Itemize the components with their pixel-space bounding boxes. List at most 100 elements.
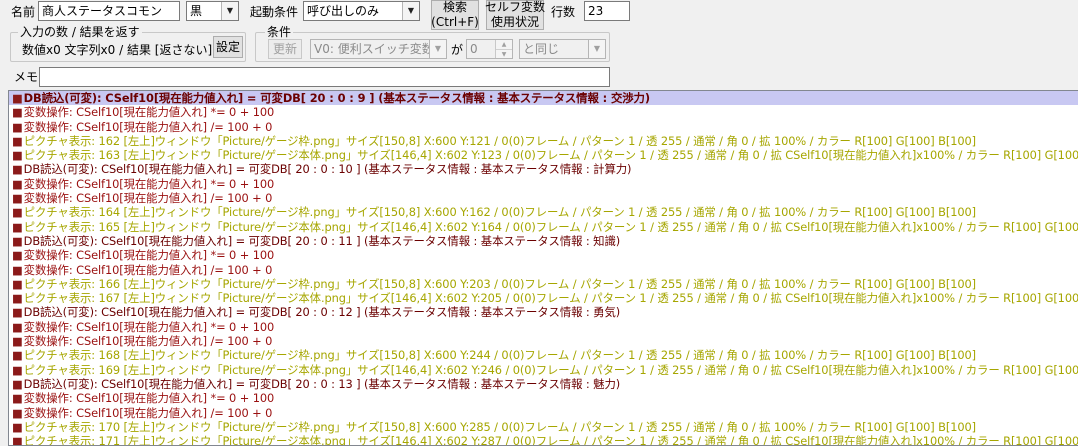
color-select[interactable]: 黒 ▼ xyxy=(186,1,239,21)
command-marker-icon: ■ xyxy=(12,219,23,234)
command-row[interactable]: ■DB読込(可変): CSelf10[現在能力値入れ] = 可変DB[ 20 :… xyxy=(9,234,1078,248)
condition-variable-select[interactable]: V0: 便利スイッチ変数 ▼ xyxy=(310,39,447,59)
command-row[interactable]: ■変数操作: CSelf10[現在能力値入れ] *= 0 + 100 xyxy=(9,177,1078,191)
command-marker-icon: ■ xyxy=(12,319,23,334)
command-marker-icon: ■ xyxy=(12,262,23,277)
command-text: 変数操作: CSelf10[現在能力値入れ] *= 0 + 100 xyxy=(23,391,275,406)
command-row[interactable]: ■ピクチャ表示: 162 [左上]ウィンドウ「Picture/ゲージ枠.png」… xyxy=(9,134,1078,148)
trigger-select-value: 呼び出しのみ xyxy=(307,4,380,18)
command-text: ピクチャ表示: 168 [左上]ウィンドウ「Picture/ゲージ枠.png」サ… xyxy=(23,348,977,363)
search-button[interactable]: 検索 (Ctrl+F) xyxy=(431,0,479,30)
command-row[interactable]: ■ピクチャ表示: 170 [左上]ウィンドウ「Picture/ゲージ枠.png」… xyxy=(9,420,1078,434)
command-row[interactable]: ■ピクチャ表示: 167 [左上]ウィンドウ「Picture/ゲージ本体.png… xyxy=(9,291,1078,305)
command-marker-icon: ■ xyxy=(12,105,23,120)
command-marker-icon: ■ xyxy=(12,233,23,248)
condition-group-title: 条件 xyxy=(265,25,294,39)
chevron-down-icon: ▼ xyxy=(429,40,446,58)
usage-label: 使用状況 xyxy=(490,15,539,29)
command-row[interactable]: ■変数操作: CSelf10[現在能力値入れ] /= 100 + 0 xyxy=(9,334,1078,348)
command-row[interactable]: ■変数操作: CSelf10[現在能力値入れ] *= 0 + 100 xyxy=(9,248,1078,262)
command-marker-icon: ■ xyxy=(12,362,23,377)
command-row[interactable]: ■変数操作: CSelf10[現在能力値入れ] /= 100 + 0 xyxy=(9,263,1078,277)
command-marker-icon: ■ xyxy=(12,191,23,206)
memo-input[interactable] xyxy=(39,67,610,87)
name-input[interactable]: 商人ステータスコモン xyxy=(38,1,180,21)
command-marker-icon: ■ xyxy=(12,434,23,446)
command-list[interactable]: ■DB読込(可変): CSelf10[現在能力値入れ] = 可変DB[ 20 :… xyxy=(8,90,1078,446)
command-text: 変数操作: CSelf10[現在能力値入れ] /= 100 + 0 xyxy=(23,334,273,349)
command-text: DB読込(可変): CSelf10[現在能力値入れ] = 可変DB[ 20 : … xyxy=(23,233,621,248)
input-result-group-title: 入力の数 / 結果を返す xyxy=(18,25,142,39)
command-row[interactable]: ■変数操作: CSelf10[現在能力値入れ] /= 100 + 0 xyxy=(9,120,1078,134)
lines-label: 行数 xyxy=(551,5,576,19)
self-variable-usage-button[interactable]: セルフ変数 使用状況 xyxy=(485,0,546,30)
command-text: ピクチャ表示: 167 [左上]ウィンドウ「Picture/ゲージ本体.png」… xyxy=(23,291,1078,306)
command-marker-icon: ■ xyxy=(12,348,23,363)
update-button[interactable]: 更新 xyxy=(268,39,302,59)
command-marker-icon: ■ xyxy=(12,405,23,420)
lines-input[interactable]: 23 xyxy=(584,1,630,21)
command-text: ピクチャ表示: 169 [左上]ウィンドウ「Picture/ゲージ本体.png」… xyxy=(23,362,1078,377)
command-text: 変数操作: CSelf10[現在能力値入れ] *= 0 + 100 xyxy=(23,248,275,263)
command-text: ピクチャ表示: 162 [左上]ウィンドウ「Picture/ゲージ枠.png」サ… xyxy=(23,133,977,148)
command-row[interactable]: ■DB読込(可変): CSelf10[現在能力値入れ] = 可変DB[ 20 :… xyxy=(9,91,1078,106)
command-row[interactable]: ■DB読込(可変): CSelf10[現在能力値入れ] = 可変DB[ 20 :… xyxy=(9,377,1078,391)
command-text: 変数操作: CSelf10[現在能力値入れ] /= 100 + 0 xyxy=(23,405,273,420)
condition-compare-value: と同じ xyxy=(523,42,560,56)
chevron-down-icon: ▼ xyxy=(221,2,238,20)
command-text: 変数操作: CSelf10[現在能力値入れ] *= 0 + 100 xyxy=(23,105,275,120)
command-marker-icon: ■ xyxy=(12,276,23,291)
spinner-arrows-icon[interactable]: ▲ ▼ xyxy=(495,40,512,58)
command-marker-icon: ■ xyxy=(12,305,23,320)
command-text: ピクチャ表示: 164 [左上]ウィンドウ「Picture/ゲージ枠.png」サ… xyxy=(23,205,977,220)
command-row[interactable]: ■変数操作: CSelf10[現在能力値入れ] /= 100 + 0 xyxy=(9,406,1078,420)
command-row[interactable]: ■ピクチャ表示: 169 [左上]ウィンドウ「Picture/ゲージ本体.png… xyxy=(9,363,1078,377)
condition-number-value: 0 xyxy=(470,42,478,56)
command-row[interactable]: ■DB読込(可変): CSelf10[現在能力値入れ] = 可変DB[ 20 :… xyxy=(9,162,1078,176)
condition-compare-select[interactable]: と同じ ▼ xyxy=(519,39,606,59)
condition-number-spinner[interactable]: 0 ▲ ▼ xyxy=(466,39,513,59)
command-row[interactable]: ■ピクチャ表示: 168 [左上]ウィンドウ「Picture/ゲージ枠.png」… xyxy=(9,348,1078,362)
chevron-down-icon: ▼ xyxy=(588,40,605,58)
command-marker-icon: ■ xyxy=(12,291,23,306)
command-marker-icon: ■ xyxy=(12,148,23,163)
search-button-label: 検索 xyxy=(442,0,467,14)
command-row[interactable]: ■ピクチャ表示: 164 [左上]ウィンドウ「Picture/ゲージ枠.png」… xyxy=(9,205,1078,219)
command-row[interactable]: ■変数操作: CSelf10[現在能力値入れ] *= 0 + 100 xyxy=(9,320,1078,334)
trigger-label: 起動条件 xyxy=(250,5,299,19)
command-marker-icon: ■ xyxy=(12,119,23,134)
command-row[interactable]: ■変数操作: CSelf10[現在能力値入れ] *= 0 + 100 xyxy=(9,105,1078,119)
command-text: ピクチャ表示: 170 [左上]ウィンドウ「Picture/ゲージ枠.png」サ… xyxy=(23,419,977,434)
condition-variable-value: V0: 便利スイッチ変数 xyxy=(314,42,434,56)
command-marker-icon: ■ xyxy=(12,91,23,105)
command-text: ピクチャ表示: 166 [左上]ウィンドウ「Picture/ゲージ枠.png」サ… xyxy=(23,276,977,291)
command-row[interactable]: ■変数操作: CSelf10[現在能力値入れ] /= 100 + 0 xyxy=(9,191,1078,205)
command-marker-icon: ■ xyxy=(12,205,23,220)
input-result-summary: 数値x0 文字列x0 / 結果 [返さない] xyxy=(22,43,213,57)
chevron-down-icon: ▼ xyxy=(402,2,419,20)
command-marker-icon: ■ xyxy=(12,391,23,406)
command-marker-icon: ■ xyxy=(12,419,23,434)
command-row[interactable]: ■ピクチャ表示: 163 [左上]ウィンドウ「Picture/ゲージ本体.png… xyxy=(9,148,1078,162)
command-row[interactable]: ■ピクチャ表示: 171 [左上]ウィンドウ「Picture/ゲージ本体.png… xyxy=(9,434,1078,446)
settings-button[interactable]: 設定 xyxy=(213,36,243,58)
command-text: 変数操作: CSelf10[現在能力値入れ] *= 0 + 100 xyxy=(23,319,275,334)
command-text: DB読込(可変): CSelf10[現在能力値入れ] = 可変DB[ 20 : … xyxy=(23,162,632,177)
command-text: 変数操作: CSelf10[現在能力値入れ] *= 0 + 100 xyxy=(23,176,275,191)
command-text: 変数操作: CSelf10[現在能力値入れ] /= 100 + 0 xyxy=(23,119,273,134)
command-text: ピクチャ表示: 163 [左上]ウィンドウ「Picture/ゲージ本体.png」… xyxy=(23,148,1078,163)
command-row[interactable]: ■ピクチャ表示: 166 [左上]ウィンドウ「Picture/ゲージ枠.png」… xyxy=(9,277,1078,291)
command-marker-icon: ■ xyxy=(12,162,23,177)
command-row[interactable]: ■ピクチャ表示: 165 [左上]ウィンドウ「Picture/ゲージ本体.png… xyxy=(9,220,1078,234)
command-marker-icon: ■ xyxy=(12,176,23,191)
command-text: 変数操作: CSelf10[現在能力値入れ] /= 100 + 0 xyxy=(23,262,273,277)
trigger-select[interactable]: 呼び出しのみ ▼ xyxy=(303,1,420,21)
command-text: DB読込(可変): CSelf10[現在能力値入れ] = 可変DB[ 20 : … xyxy=(23,91,650,105)
memo-label: メモ xyxy=(14,70,39,84)
self-variable-label: セルフ変数 xyxy=(485,0,546,14)
name-label: 名前 xyxy=(11,5,36,19)
color-select-value: 黒 xyxy=(190,4,203,18)
command-row[interactable]: ■DB読込(可変): CSelf10[現在能力値入れ] = 可変DB[ 20 :… xyxy=(9,305,1078,319)
command-row[interactable]: ■変数操作: CSelf10[現在能力値入れ] *= 0 + 100 xyxy=(9,391,1078,405)
condition-ga-label: が xyxy=(451,43,464,57)
